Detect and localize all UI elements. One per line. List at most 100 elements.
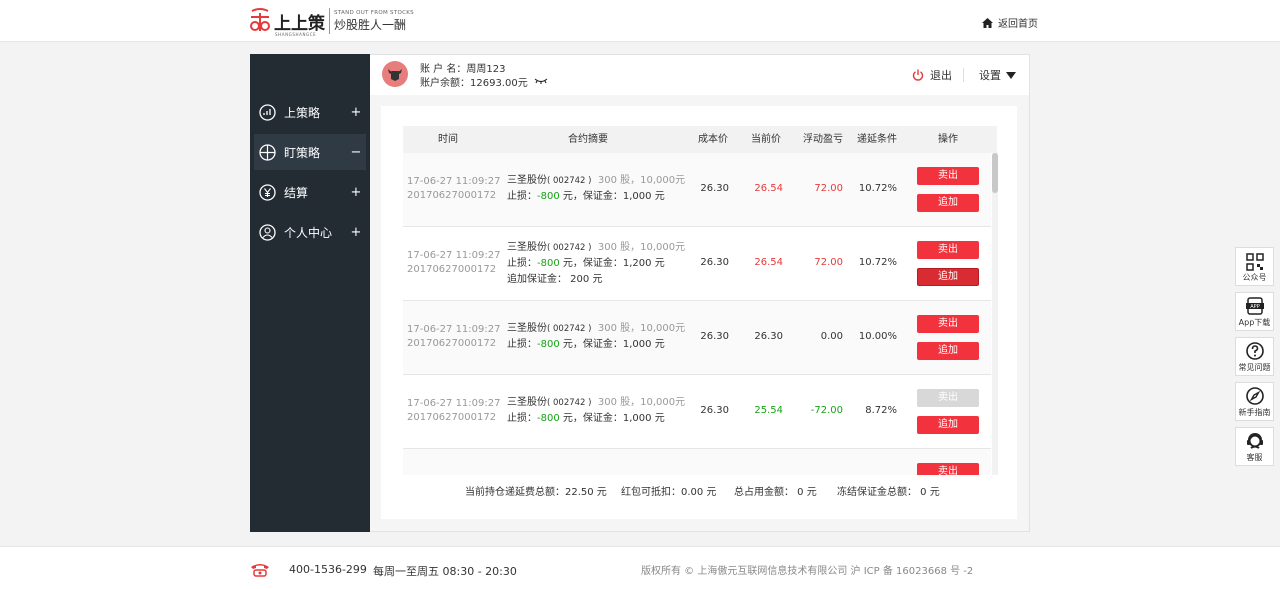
margin-value: 1,000 元 bbox=[622, 191, 665, 202]
avatar[interactable] bbox=[382, 61, 408, 87]
table-scrollbar[interactable] bbox=[992, 153, 998, 475]
main-panel: 账 户 名：周周123 账户余额：12693.00元 退出 设置 时间 合约摘要… bbox=[370, 54, 1030, 532]
add-margin-button[interactable]: 追加 bbox=[917, 416, 979, 434]
tool-wechat-official[interactable]: 公众号 bbox=[1235, 247, 1274, 286]
col-header-cost: 成本价 bbox=[698, 134, 728, 145]
margin-label: 元，保证金： bbox=[559, 258, 623, 269]
compass-icon bbox=[1245, 387, 1264, 405]
sidebar-item-personal-center[interactable]: 个人中心 + bbox=[254, 214, 366, 250]
position-time: 17-06-27 11:09:27 20170627000172 bbox=[407, 249, 500, 277]
contract-summary: 三圣股份( 002742 ) 300 股，10,000元 止损：-800 元，保… bbox=[507, 321, 685, 353]
crosshair-icon bbox=[259, 143, 276, 161]
expand-icon: + bbox=[350, 104, 362, 120]
app-icon: APP bbox=[1245, 297, 1264, 315]
floating-pnl: -72.00 bbox=[810, 405, 843, 416]
power-icon bbox=[912, 69, 924, 81]
footer: 400-1536-299 每周一至周五 08:30 - 20:30 版权所有 ©… bbox=[0, 546, 1280, 589]
user-icon bbox=[259, 223, 276, 241]
current-price: 26.54 bbox=[754, 183, 783, 194]
table-row: 卖出 bbox=[403, 449, 991, 475]
qrcode-icon bbox=[1245, 253, 1264, 271]
tool-beginner-guide[interactable]: 新手指南 bbox=[1235, 382, 1274, 421]
add-margin-button[interactable]: 追加 bbox=[917, 194, 979, 212]
margin-label: 元，保证金： bbox=[559, 191, 623, 202]
table-row: 17-06-27 11:09:27 20170627000172 三圣股份( 0… bbox=[403, 301, 991, 375]
account-name: 账 户 名：周周123 bbox=[420, 64, 506, 75]
logo[interactable]: 上上策 STAND OUT FROM STOCKS 炒股胜人一酬 SHANGSH… bbox=[249, 6, 414, 37]
floating-pnl: 72.00 bbox=[814, 257, 843, 268]
hotline-number: 400-1536-299 bbox=[289, 563, 367, 576]
stock-code: ( 002742 ) bbox=[547, 398, 592, 408]
logout-button[interactable]: 退出 bbox=[912, 67, 952, 83]
current-price: 25.54 bbox=[754, 405, 783, 416]
positions-panel: 时间 合约摘要 成本价 当前价 浮动盈亏 递延条件 操作 17-06-27 11… bbox=[381, 106, 1017, 519]
sell-button-disabled: 卖出 bbox=[917, 389, 979, 407]
stop-loss-value: -800 bbox=[537, 413, 560, 424]
deferral-rate: 10.72% bbox=[858, 183, 897, 194]
tool-label: 客服 bbox=[1246, 453, 1263, 462]
sidebar-item-settlement[interactable]: 结算 + bbox=[254, 174, 366, 210]
sell-button[interactable]: 卖出 bbox=[917, 167, 979, 185]
stop-loss-label: 止损： bbox=[507, 339, 537, 350]
eye-closed-icon[interactable] bbox=[534, 78, 548, 85]
top-bar: 上上策 STAND OUT FROM STOCKS 炒股胜人一酬 SHANGSH… bbox=[0, 0, 1280, 42]
add-margin-button[interactable]: 追加 bbox=[917, 268, 979, 286]
sell-button[interactable]: 卖出 bbox=[917, 463, 979, 475]
current-price: 26.54 bbox=[754, 257, 783, 268]
logo-pinyin: SHANGSHANGCE bbox=[275, 32, 317, 37]
expand-icon: + bbox=[350, 224, 362, 240]
account-balance: 账户余额：12693.00元 bbox=[420, 74, 548, 89]
floating-pnl: 72.00 bbox=[814, 183, 843, 194]
stock-name: 三圣股份 bbox=[507, 323, 547, 334]
sidebar-item-watch-strategy[interactable]: 盯策略 − bbox=[254, 134, 366, 170]
logo-mark-icon bbox=[250, 8, 270, 31]
position-time-value: 17-06-27 11:09:27 bbox=[407, 324, 501, 335]
table-body[interactable]: 17-06-27 11:09:27 20170627000172 三圣股份( 0… bbox=[403, 153, 997, 475]
sidebar-item-strategy[interactable]: 上策略 + bbox=[254, 94, 366, 130]
stop-loss-value: -800 bbox=[537, 339, 560, 350]
account-bar: 账 户 名：周周123 账户余额：12693.00元 退出 设置 bbox=[370, 55, 1029, 95]
total-funds: 总占用金额： 0 元 bbox=[734, 487, 817, 498]
home-link[interactable]: 返回首页 bbox=[982, 15, 1038, 30]
cost-price: 26.30 bbox=[700, 331, 729, 342]
col-header-deferral: 递延条件 bbox=[857, 134, 897, 145]
sell-button[interactable]: 卖出 bbox=[917, 315, 979, 333]
col-header-summary: 合约摘要 bbox=[568, 134, 608, 145]
tool-faq[interactable]: 常见问题 bbox=[1235, 337, 1274, 376]
question-icon bbox=[1245, 342, 1264, 360]
stock-name: 三圣股份 bbox=[507, 242, 547, 253]
additional-margin: 追加保证金： 200 元 bbox=[507, 274, 603, 285]
margin-value: 1,200 元 bbox=[622, 258, 665, 269]
settings-dropdown[interactable]: 设置 bbox=[979, 67, 1016, 83]
cost-price: 26.30 bbox=[700, 183, 729, 194]
tool-label: 新手指南 bbox=[1238, 408, 1271, 417]
share-amount: 300 股，10,000元 bbox=[597, 397, 686, 408]
stop-loss-value: -800 bbox=[537, 258, 560, 269]
stock-code: ( 002742 ) bbox=[547, 243, 592, 253]
contract-summary: 三圣股份( 002742 ) 300 股，10,000元 止损：-800 元，保… bbox=[507, 173, 685, 205]
position-id: 20170627000172 bbox=[407, 264, 497, 275]
col-header-time: 时间 bbox=[438, 134, 458, 145]
tool-customer-service[interactable]: 客服 bbox=[1235, 427, 1274, 466]
sell-button[interactable]: 卖出 bbox=[917, 241, 979, 259]
chart-icon bbox=[259, 103, 276, 121]
col-header-current: 当前价 bbox=[751, 134, 781, 145]
stop-loss-label: 止损： bbox=[507, 191, 537, 202]
add-margin-button[interactable]: 追加 bbox=[917, 342, 979, 360]
position-id: 20170627000172 bbox=[407, 190, 497, 201]
margin-value: 1,000 元 bbox=[622, 339, 665, 350]
stock-code: ( 002742 ) bbox=[547, 176, 592, 186]
tool-label: 公众号 bbox=[1242, 273, 1267, 282]
tool-app-download[interactable]: APP App下载 bbox=[1235, 292, 1274, 331]
position-time-value: 17-06-27 11:09:27 bbox=[407, 398, 501, 409]
stop-loss-label: 止损： bbox=[507, 258, 537, 269]
deferral-rate: 8.72% bbox=[865, 405, 897, 416]
table-row: 17-06-27 11:09:27 20170627000172 三圣股份( 0… bbox=[403, 153, 991, 227]
svg-text:APP: APP bbox=[1250, 304, 1259, 310]
scrollbar-thumb[interactable] bbox=[992, 153, 998, 193]
service-hours: 每周一至周五 08:30 - 20:30 bbox=[373, 565, 517, 578]
sidebar-item-label: 结算 bbox=[284, 185, 309, 200]
share-amount: 300 股，10,000元 bbox=[597, 175, 686, 186]
contract-summary: 三圣股份( 002742 ) 300 股，10,000元 止损：-800 元，保… bbox=[507, 240, 685, 288]
bull-icon bbox=[388, 69, 402, 81]
